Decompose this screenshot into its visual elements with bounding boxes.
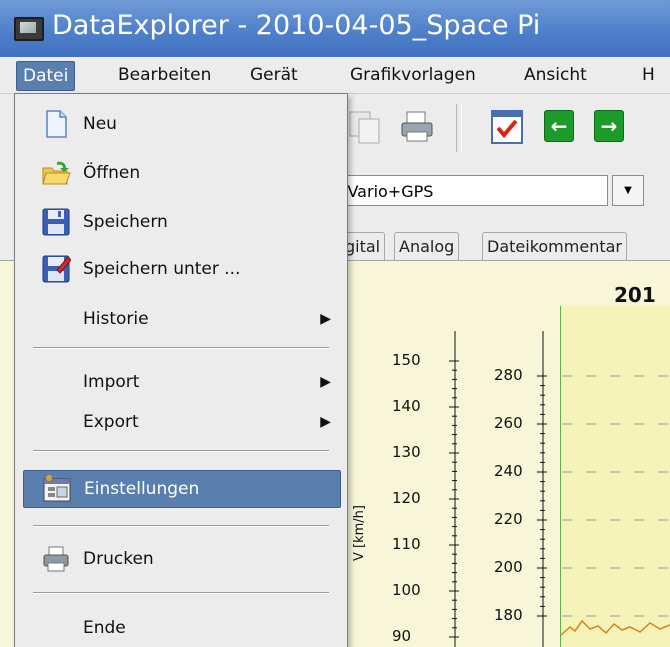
checklist-icon[interactable] [488,108,526,146]
menu-separator [33,525,329,527]
y-axis-title: V [km/h] [352,505,367,561]
menu-item-einstellungen[interactable]: Einstellungen [23,470,341,508]
menu-item-label: Öffnen [83,163,141,183]
axis1-tick-label: 150 [392,351,421,369]
axis1-tick-label: 120 [392,489,421,507]
menu-separator [33,450,329,452]
axis2-tick-label: 260 [494,414,523,432]
axis1-tick-label: 90 [392,627,412,645]
new-file-icon [46,110,67,138]
menu-item-label: Ende [83,618,126,638]
menu-item-oeffnen[interactable]: Öffnen [23,155,339,191]
submenu-arrow-icon: ▶ [320,311,331,327]
menu-item-label: Neu [83,114,117,134]
axis2-tick-label: 180 [494,606,523,624]
print-toolbar-icon[interactable] [398,108,436,146]
menu-item-speichern-unter[interactable]: Speichern unter ... [23,251,339,287]
menu-item-import[interactable]: Import ▶ [23,364,339,400]
submenu-arrow-icon: ▶ [320,374,331,390]
menu-bearbeiten[interactable]: Bearbeiten [112,61,217,89]
menu-item-neu[interactable]: Neu [23,106,339,142]
app-window: DataExplorer - 2010-04-05_Space Pi Datei… [0,0,670,647]
axis1-tick-label: 100 [392,581,421,599]
next-arrow-icon[interactable]: → [594,110,624,142]
axis2-tick-label: 200 [494,558,523,576]
axis2-tick-label: 240 [494,462,523,480]
menu-bar: Datei Bearbeiten Gerät Grafikvorlagen An… [0,57,670,94]
copy-icon[interactable] [346,108,384,146]
app-icon [14,17,44,41]
menu-item-label: Historie [83,309,149,329]
window-title: DataExplorer - 2010-04-05_Space Pi [52,10,541,41]
save-as-icon [42,255,71,283]
menu-item-label: Speichern unter ... [83,259,241,279]
submenu-arrow-icon: ▶ [320,414,331,430]
menu-geraet[interactable]: Gerät [244,61,304,89]
menu-item-speichern[interactable]: Speichern [23,204,339,240]
axis1-tick-label: 130 [392,443,421,461]
menu-item-ende[interactable]: Ende [23,610,339,646]
menu-item-export[interactable]: Export ▶ [23,404,339,440]
menu-grafikvorlagen[interactable]: Grafikvorlagen [344,61,482,89]
menu-separator [33,347,329,349]
toolbar-separator [456,104,462,152]
axis1-tick-label: 110 [392,535,421,553]
title-bar[interactable]: DataExplorer - 2010-04-05_Space Pi [0,0,670,57]
axis2-tick-label: 280 [494,366,523,384]
axis2-tick-label: 220 [494,510,523,528]
menu-hilfe[interactable]: H [636,61,661,89]
folder-open-icon [42,161,71,185]
printer-icon [43,546,69,572]
data-series-line [560,619,670,636]
tab-analog[interactable]: Analog [394,232,460,260]
menu-item-label: Export [83,412,139,432]
chevron-down-icon[interactable]: ▼ [612,175,644,206]
menu-item-historie[interactable]: Historie ▶ [23,301,339,337]
menu-item-label: Speichern [83,212,168,232]
axis1-tick-label: 140 [392,397,421,415]
previous-arrow-icon[interactable]: ← [544,110,574,142]
menu-item-drucken[interactable]: Drucken [23,541,339,577]
file-menu-dropdown: Neu Öffnen Speichern Speichern unter ...… [14,93,348,647]
menu-ansicht[interactable]: Ansicht [518,61,593,89]
menu-item-label: Einstellungen [84,479,200,499]
menu-item-label: Drucken [83,549,154,569]
device-combo[interactable]: : Vario+GPS [330,175,608,206]
settings-icon [43,475,71,502]
menu-item-label: Import [83,372,140,392]
tab-dateikommentar[interactable]: Dateikommentar [482,232,627,260]
menu-separator [33,592,329,594]
save-icon [42,208,70,236]
menu-datei[interactable]: Datei [16,61,76,91]
